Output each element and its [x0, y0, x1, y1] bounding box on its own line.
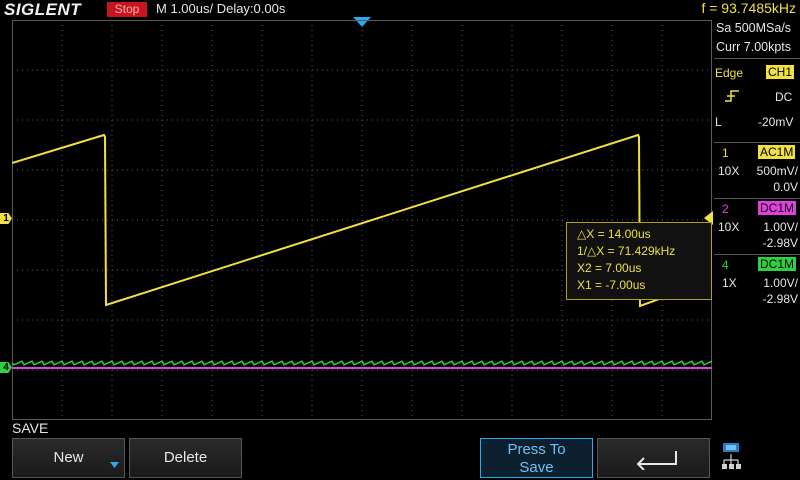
trigger-level: -20mV [758, 115, 794, 129]
menu-title: SAVE [12, 420, 49, 436]
brand-logo: SIGLENT [4, 0, 82, 19]
ch4-probe: 1X [722, 276, 737, 290]
ch1-info[interactable]: 1 AC1M 10X 500mV/ 0.0V [714, 142, 800, 197]
press-to-save-label-line2: Save [519, 459, 554, 476]
trigger-coupling: DC [775, 90, 793, 104]
return-button[interactable] [597, 438, 710, 478]
delete-button-label: Delete [163, 449, 208, 466]
new-button-label: New [53, 449, 84, 466]
cursor-x1-readout: X1 = -7.00us [577, 278, 646, 292]
ch2-scale: 1.00V/ [763, 220, 798, 234]
ch2-info[interactable]: 2 DC1M 10X 1.00V/ -2.98V [714, 198, 800, 253]
ch4-scale: 1.00V/ [763, 276, 798, 290]
ch1-offset-marker[interactable]: 1 [0, 213, 12, 224]
cursor-x2-readout: X2 = 7.00us [577, 261, 642, 275]
cursor-measurement-panel: △X = 14.00us 1/△X = 71.429kHz X2 = 7.00u… [566, 222, 712, 300]
frequency-counter: f = 93.7485kHz [701, 0, 796, 16]
ch4-offset-marker[interactable]: 4 [0, 362, 12, 373]
trigger-slope-label: L [715, 115, 722, 129]
network-icon [722, 443, 741, 469]
trigger-source-badge: CH1 [766, 65, 795, 79]
trigger-rising-edge-icon [725, 90, 739, 102]
ch2-number: 2 [722, 202, 729, 216]
right-info-panel: Sa 500MSa/s Curr 7.00kpts Edge CH1 DC L … [714, 18, 800, 438]
sample-rate: Sa 500MSa/s [716, 21, 792, 35]
timebase-readout[interactable]: M 1.00us/ Delay:0.00s [156, 1, 285, 16]
waveform-display[interactable] [12, 20, 712, 420]
ch1-offset: 0.0V [773, 180, 798, 194]
ch4-info[interactable]: 4 DC1M 1X 1.00V/ -2.98V [714, 254, 800, 309]
trigger-type: Edge [715, 66, 744, 80]
delete-button[interactable]: Delete [129, 438, 242, 478]
top-status-bar: SIGLENT Stop M 1.00us/ Delay:0.00s f = 9… [0, 0, 800, 19]
delta-x-readout: △X = 14.00us [577, 227, 651, 241]
return-arrow-icon [636, 451, 677, 470]
ch2-probe: 10X [718, 220, 740, 234]
trigger-info[interactable]: Edge CH1 DC L -20mV [714, 58, 800, 151]
ch4-coupling-badge: DC1M [758, 257, 797, 271]
dropdown-arrow-icon [110, 462, 119, 468]
ch1-scale: 500mV/ [756, 164, 798, 178]
ch4-trace [12, 360, 712, 366]
ch1-coupling-badge: AC1M [758, 145, 796, 159]
press-to-save-button[interactable]: Press To Save [480, 438, 593, 478]
ch4-offset: -2.98V [762, 292, 798, 306]
ch1-probe: 10X [718, 164, 740, 178]
inverse-delta-x-readout: 1/△X = 71.429kHz [577, 244, 676, 258]
memory-depth: Curr 7.00kpts [716, 40, 792, 54]
ch4-number: 4 [722, 258, 729, 272]
new-button[interactable]: New [12, 438, 125, 478]
ch2-coupling-badge: DC1M [758, 201, 797, 215]
ch1-number: 1 [722, 146, 729, 160]
press-to-save-label-line1: Press To [507, 441, 566, 458]
graticule [12, 20, 712, 420]
run-stop-status[interactable]: Stop [107, 2, 147, 17]
ch2-offset: -2.98V [762, 236, 798, 250]
